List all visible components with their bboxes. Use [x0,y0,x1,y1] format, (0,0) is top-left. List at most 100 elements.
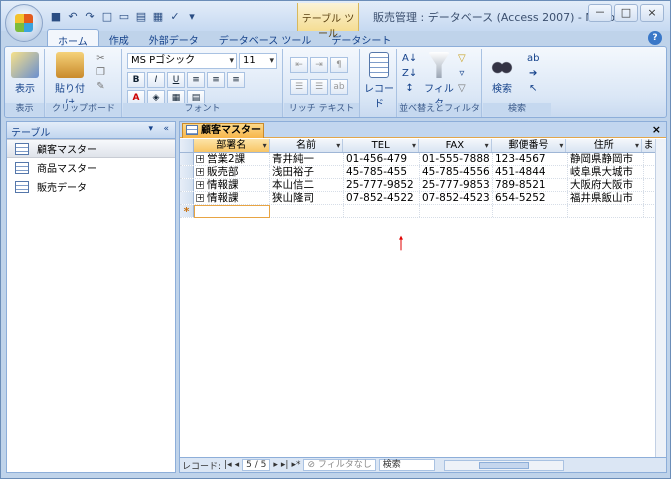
nav-item-customer-master[interactable]: 顧客マスター [7,139,175,158]
align-right-icon[interactable]: ≡ [227,72,245,88]
cell-zip[interactable]: 451-4844 [493,166,568,178]
cell-fax[interactable]: 01-555-7888 [420,153,493,165]
cell-tel[interactable]: 01-456-479 [344,153,420,165]
italic-button[interactable]: I [147,72,165,88]
new-record-icon[interactable]: ▸* [291,460,300,470]
underline-button[interactable]: U [167,72,185,88]
tab-create[interactable]: 作成 [99,29,139,47]
new-record-cell[interactable] [568,205,644,217]
help-icon[interactable]: ? [648,31,662,45]
column-header-name[interactable]: 名前 [270,139,344,152]
format-painter-icon[interactable]: ✎ [96,81,104,92]
copy-icon[interactable]: ❐ [96,67,105,78]
cell-department[interactable]: + 情報課 [194,192,270,204]
tab-datasheet[interactable]: データシート [321,29,401,47]
table-row[interactable]: + 情報課 狭山隆司 07-852-4522 07-852-4523 654-52… [180,192,656,205]
new-record-cell[interactable] [420,205,493,217]
maximize-button[interactable]: □ [614,4,638,22]
quick-print-icon[interactable]: ▦ [151,10,165,24]
paragraph-icon[interactable]: ¶ [330,57,348,73]
cell-name[interactable]: 本山信二 [270,179,344,191]
new-record-department-input[interactable] [194,205,270,218]
cut-icon[interactable]: ✂ [96,53,104,64]
cell-tel[interactable]: 25-777-9852 [344,179,420,191]
find-button[interactable]: 検索 [487,52,517,95]
clear-sort-icon[interactable]: ↕ [405,83,413,94]
cell-zip[interactable]: 123-4567 [493,153,568,165]
open-icon[interactable]: ▭ [117,10,131,24]
row-selector[interactable] [180,166,194,178]
column-header-zip[interactable]: 郵便番号 [492,139,567,152]
next-record-icon[interactable]: ▸ [273,460,278,470]
first-record-icon[interactable]: |◂ [224,460,232,470]
font-name-select[interactable]: MS Pゴシック [127,53,237,69]
selection-filter-icon[interactable]: ▽ [458,53,466,64]
tab-external-data[interactable]: 外部データ [139,29,209,47]
toggle-filter-icon[interactable]: ▽ [458,83,466,94]
cell-tel[interactable]: 45-785-455 [344,166,420,178]
nav-item-product-master[interactable]: 商品マスター [7,158,175,177]
minimize-button[interactable]: － [588,4,612,22]
select-all-corner[interactable] [180,139,194,152]
highlight-icon[interactable]: ab [330,79,348,95]
new-record-cell[interactable] [270,205,344,217]
row-selector[interactable] [180,192,194,204]
cell-fax[interactable]: 45-785-4556 [420,166,493,178]
cell-department[interactable]: + 営業2課 [194,153,270,165]
close-button[interactable]: × [640,4,664,22]
table-row[interactable]: + 販売部 浅田裕子 45-785-455 45-785-4556 451-484… [180,166,656,179]
replace-icon[interactable]: ab [527,53,539,64]
expand-subdatasheet-icon[interactable]: + [196,155,204,163]
cell-fax[interactable]: 07-852-4523 [420,192,493,204]
sort-ascending-icon[interactable]: A↓ [402,53,417,64]
customize-toolbar-icon[interactable]: ▾ [185,10,199,24]
cell-address[interactable]: 静岡県静岡市 [568,153,644,165]
undo-icon[interactable]: ↶ [66,10,80,24]
row-selector[interactable] [180,153,194,165]
tab-home[interactable]: ホーム [47,29,99,48]
bullets-icon[interactable]: ☰ [290,79,308,95]
spelling-icon[interactable]: ✓ [168,10,182,24]
column-header-address[interactable]: 住所 [566,139,643,152]
sort-descending-icon[interactable]: Z↓ [402,68,417,79]
row-selector[interactable] [180,179,194,191]
bold-button[interactable]: B [127,72,145,88]
table-row[interactable]: + 営業2課 青井純一 01-456-479 01-555-7888 123-45… [180,153,656,166]
paste-button[interactable]: 貼り付け [52,52,88,110]
shutter-bar-collapse-icon[interactable]: « [163,124,169,134]
numbering-icon[interactable]: ☰ [310,79,328,95]
search-input[interactable]: 検索 [378,459,435,471]
cell-name[interactable]: 浅田裕子 [270,166,344,178]
indent-increase-icon[interactable]: ⇥ [310,57,328,73]
cell-fax[interactable]: 25-777-9853 [420,179,493,191]
new-record-cell[interactable] [493,205,568,217]
navigation-pane-header[interactable]: テーブル ▾ « [7,122,175,139]
cell-address[interactable]: 福井県飯山市 [568,192,644,204]
save-icon[interactable]: ■ [49,10,63,24]
align-center-icon[interactable]: ≡ [207,72,225,88]
cell-name[interactable]: 狭山隆司 [270,192,344,204]
font-size-select[interactable]: 11 [239,53,277,69]
records-button[interactable]: レコード [363,52,395,110]
column-header-truncated[interactable]: ま [642,139,656,152]
new-icon[interactable]: □ [100,10,114,24]
cell-tel[interactable]: 07-852-4522 [344,192,420,204]
table-row[interactable]: + 情報課 本山信二 25-777-9852 25-777-9853 789-85… [180,179,656,192]
close-document-icon[interactable]: × [652,123,661,136]
new-record-cell[interactable] [344,205,420,217]
tab-database-tools[interactable]: データベース ツール [209,29,322,47]
goto-icon[interactable]: ➔ [529,68,537,79]
expand-subdatasheet-icon[interactable]: + [196,181,204,189]
horizontal-scrollbar[interactable] [443,459,564,471]
filter-button[interactable]: フィルタ [424,52,454,110]
cell-address[interactable]: 大阪府大阪市 [568,179,644,191]
nav-dropdown-icon[interactable]: ▾ [148,124,153,134]
indent-decrease-icon[interactable]: ⇤ [290,57,308,73]
document-tab-customer-master[interactable]: 顧客マスター [182,123,264,138]
select-icon[interactable]: ↖ [529,83,537,94]
current-record-input[interactable]: 5 / 5 [242,459,271,471]
last-record-icon[interactable]: ▸| [281,460,289,470]
view-button[interactable]: 表示 [11,52,39,95]
cell-department[interactable]: + 販売部 [194,166,270,178]
filter-status[interactable]: ⊘ フィルタなし [303,459,376,471]
